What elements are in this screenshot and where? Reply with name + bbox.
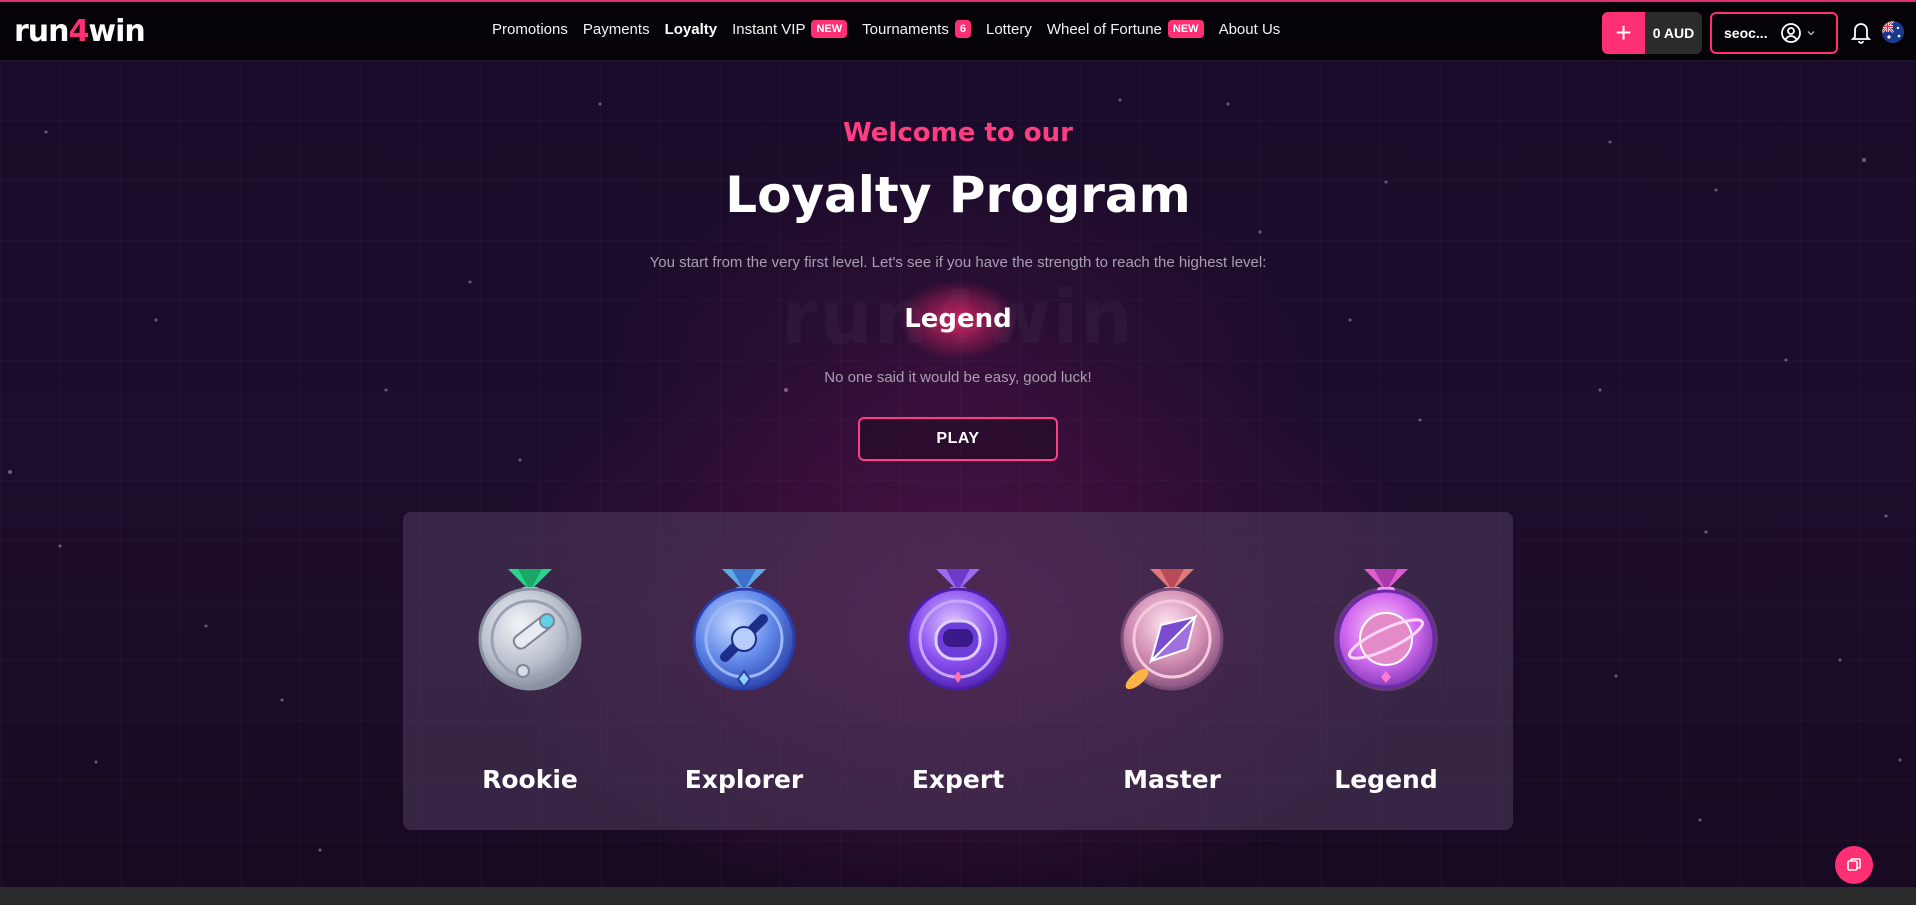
level-card-rookie: Rookie xyxy=(423,512,637,830)
play-button[interactable]: PLAY xyxy=(858,417,1058,461)
australia-flag-icon[interactable] xyxy=(1882,21,1904,43)
loyalty-levels-panel: Rookie Explorer Expert Master Legend xyxy=(403,512,1513,830)
bell-icon[interactable] xyxy=(1850,20,1872,44)
page-title: Loyalty Program xyxy=(725,166,1191,224)
nav-item-label: Wheel of Fortune xyxy=(1046,20,1162,38)
level-card-expert: Expert xyxy=(851,512,1065,830)
new-badge: NEW xyxy=(1167,20,1204,38)
plus-icon: + xyxy=(1615,17,1632,48)
count-badge: 6 xyxy=(954,20,971,38)
master-medal-icon xyxy=(1120,569,1224,691)
username: seoc... xyxy=(1724,25,1768,41)
top-navbar: run4win Promotions Payments Loyalty Inst… xyxy=(0,0,1916,60)
logo-text-four: 4 xyxy=(68,14,90,49)
nav-item-label: Tournaments xyxy=(862,20,949,38)
wallet-balance[interactable]: 0 AUD xyxy=(1645,25,1702,41)
main-nav: Promotions Payments Loyalty Instant VIP N… xyxy=(492,20,1280,38)
user-menu-button[interactable]: seoc... xyxy=(1710,12,1838,54)
nav-item-label: Loyalty xyxy=(664,20,718,38)
nav-item-tournaments[interactable]: Tournaments 6 xyxy=(862,20,971,38)
footer-strip xyxy=(0,887,1916,905)
rookie-medal-icon xyxy=(478,569,582,691)
nav-item-payments[interactable]: Payments xyxy=(583,21,650,38)
nav-item-label: Payments xyxy=(582,20,650,38)
good-luck-note: No one said it would be easy, good luck! xyxy=(824,369,1092,386)
nav-item-promotions[interactable]: Promotions xyxy=(492,21,568,38)
explorer-medal-icon xyxy=(692,569,796,691)
legend-medal-icon xyxy=(1334,569,1438,691)
level-card-legend: Legend xyxy=(1279,512,1493,830)
user-circle-icon xyxy=(1780,23,1801,43)
nav-item-about-us[interactable]: About Us xyxy=(1219,21,1281,38)
expert-medal-icon xyxy=(906,569,1010,691)
welcome-heading: Welcome to our xyxy=(843,118,1073,148)
deposit-plus-button[interactable]: + xyxy=(1602,12,1645,54)
run4win-logo[interactable]: run4win xyxy=(14,14,146,49)
nav-item-lottery[interactable]: Lottery xyxy=(986,21,1032,38)
nav-item-wheel-of-fortune[interactable]: Wheel of Fortune NEW xyxy=(1047,20,1204,38)
chat-button[interactable] xyxy=(1835,846,1873,884)
level-name: Legend xyxy=(1334,765,1438,794)
nav-item-label: About Us xyxy=(1218,20,1281,38)
hero-subtitle: You start from the very first level. Let… xyxy=(649,254,1267,271)
wallet-widget: + 0 AUD xyxy=(1602,12,1702,54)
nav-item-label: Instant VIP xyxy=(732,20,806,38)
level-name: Rookie xyxy=(482,765,578,794)
nav-item-label: Promotions xyxy=(492,20,568,38)
logo-text-win: win xyxy=(88,14,145,49)
new-badge: NEW xyxy=(811,20,848,38)
level-card-explorer: Explorer xyxy=(637,512,851,830)
level-card-master: Master xyxy=(1065,512,1279,830)
chevron-down-icon xyxy=(1807,30,1815,36)
level-name: Master xyxy=(1123,765,1221,794)
level-name: Explorer xyxy=(684,765,804,794)
level-name: Expert xyxy=(911,765,1005,794)
highest-level-name: Legend xyxy=(904,304,1012,334)
nav-item-loyalty[interactable]: Loyalty xyxy=(665,21,718,38)
nav-item-label: Lottery xyxy=(985,20,1032,38)
logo-text-run: run xyxy=(14,14,70,49)
chat-icon xyxy=(1847,858,1861,871)
nav-item-instant-vip[interactable]: Instant VIP NEW xyxy=(732,20,848,38)
